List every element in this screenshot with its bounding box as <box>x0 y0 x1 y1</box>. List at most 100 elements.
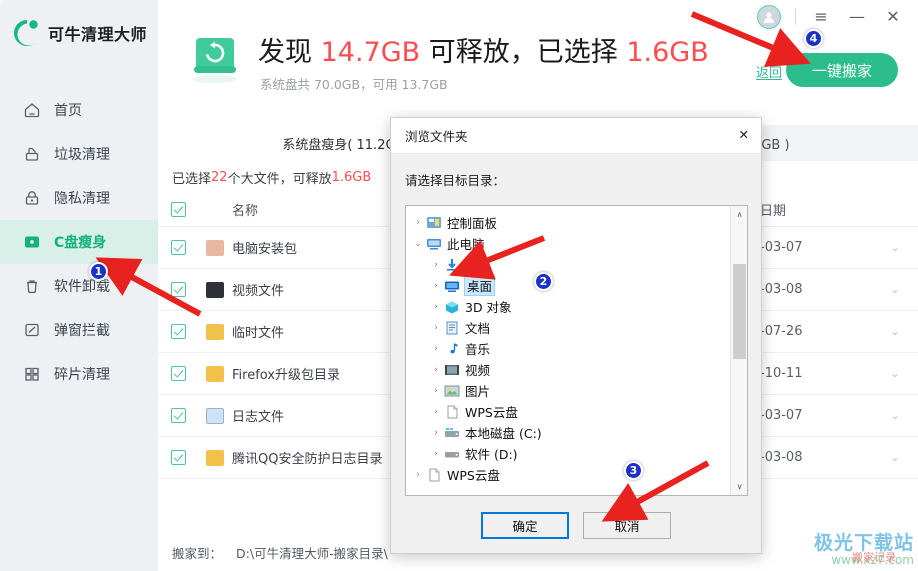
row-checkbox[interactable] <box>158 240 198 255</box>
close-icon[interactable]: ✕ <box>739 129 749 142</box>
chevron-right-icon[interactable]: › <box>410 218 426 228</box>
desktop-icon <box>445 281 459 292</box>
tree-node-3d-objects[interactable]: › 3D 对象 <box>406 296 747 317</box>
sidebar: 可牛清理大师 首页 垃圾清理 隐私清理 C盘瘦身 软件卸载 弹窗拦截 碎片清理 <box>0 0 158 571</box>
row-checkbox[interactable] <box>158 366 198 381</box>
tree-node-wps-cloud-child[interactable]: › WPS云盘 <box>406 401 747 422</box>
tree-node-videos[interactable]: › 视频 <box>406 359 747 380</box>
row-date: -03-08 <box>760 450 803 465</box>
sidebar-item-label: 垃圾清理 <box>54 147 110 163</box>
checkbox-glyph <box>170 240 186 255</box>
tree-node-wps-cloud-root[interactable]: › WPS云盘 <box>406 464 747 485</box>
folder-tree-box: › 控制面板 ⌄ 此电脑 › 下载 › 桌面 › 3D 对象 › 文档 › 音乐… <box>405 205 748 496</box>
tree-node-control-panel[interactable]: › 控制面板 <box>406 212 747 233</box>
chevron-right-icon[interactable]: › <box>428 302 444 312</box>
summary-count: 22 <box>211 169 228 185</box>
app-window: 可牛清理大师 首页 垃圾清理 隐私清理 C盘瘦身 软件卸载 弹窗拦截 碎片清理 … <box>0 0 918 571</box>
back-link[interactable]: 返回 <box>756 62 782 81</box>
disk-refresh-icon <box>193 38 237 83</box>
select-all-checkbox[interactable] <box>158 202 198 217</box>
scrollbar-thumb[interactable] <box>733 264 746 359</box>
row-date: -10-11 <box>760 366 803 381</box>
chevron-right-icon[interactable]: › <box>428 386 444 396</box>
checkbox-glyph <box>170 450 186 465</box>
titlebar: ≡ — ✕ <box>158 0 918 34</box>
tree-node-label: 本地磁盘 (C:) <box>465 426 542 441</box>
ok-button[interactable]: 确定 <box>481 512 569 539</box>
tree-node-label: WPS云盘 <box>465 405 518 420</box>
tree-node-software-d[interactable]: › 软件 (D:) <box>406 443 747 464</box>
3d-objects-icon <box>446 301 458 313</box>
row-expand-icon[interactable]: ⌄ <box>872 283 918 296</box>
home-icon <box>24 103 40 118</box>
tree-node-label: 文档 <box>465 321 491 336</box>
wps-cloud-icon <box>429 468 440 481</box>
chevron-down-icon[interactable]: ⌄ <box>410 239 426 249</box>
chevron-right-icon[interactable]: › <box>428 344 444 354</box>
sidebar-item-privacy-clean[interactable]: 隐私清理 <box>0 176 158 220</box>
one-click-move-button[interactable]: 一键搬家 <box>786 53 898 87</box>
lock-icon <box>25 191 39 205</box>
sidebar-item-uninstall[interactable]: 软件卸载 <box>0 264 158 308</box>
cancel-button[interactable]: 取消 <box>583 512 671 539</box>
tree-node-label: 控制面板 <box>447 216 498 231</box>
dialog-prompt: 请选择目标目录： <box>405 173 506 188</box>
music-icon <box>450 343 458 353</box>
row-checkbox[interactable] <box>158 408 198 423</box>
row-expand-icon[interactable]: ⌄ <box>872 241 918 254</box>
tree-node-desktop[interactable]: › 桌面 <box>406 275 747 296</box>
minimize-icon[interactable]: — <box>846 6 868 28</box>
sidebar-item-label: 首页 <box>54 103 82 119</box>
annotation-badge-2: 2 <box>534 272 553 291</box>
chevron-right-icon[interactable]: › <box>428 365 444 375</box>
row-checkbox[interactable] <box>158 450 198 465</box>
chevron-right-icon[interactable]: › <box>428 428 444 438</box>
hero-subtitle: 系统盘共 70.0GB，可用 13.7GB <box>260 77 448 92</box>
sidebar-item-label: 碎片清理 <box>54 367 110 383</box>
control-panel-icon <box>427 216 441 228</box>
tree-scrollbar[interactable]: ∧ ∨ <box>730 206 747 495</box>
row-expand-icon[interactable]: ⌄ <box>872 451 918 464</box>
sidebar-item-popup-block[interactable]: 弹窗拦截 <box>0 308 158 352</box>
this-pc-icon <box>427 238 441 250</box>
row-expand-icon[interactable]: ⌄ <box>872 325 918 338</box>
log-file-icon <box>198 407 232 424</box>
drive-icon <box>445 451 459 457</box>
user-avatar-icon[interactable] <box>757 5 781 29</box>
sidebar-item-c-drive-slim[interactable]: C盘瘦身 <box>0 220 158 264</box>
tree-node-documents[interactable]: › 文档 <box>406 317 747 338</box>
tree-node-local-disk-c[interactable]: › 本地磁盘 (C:) <box>406 422 747 443</box>
destination-path[interactable]: D:\可牛清理大师-搬家目录\ <box>236 543 388 562</box>
scroll-up-icon[interactable]: ∧ <box>731 206 747 223</box>
chevron-right-icon[interactable]: › <box>428 281 444 291</box>
sidebar-item-defrag[interactable]: 碎片清理 <box>0 352 158 396</box>
tree-node-downloads[interactable]: › 下载 <box>406 254 747 275</box>
scroll-down-icon[interactable]: ∨ <box>731 478 747 495</box>
checkbox-glyph <box>170 366 186 381</box>
row-checkbox[interactable] <box>158 324 198 339</box>
hamburger-menu-icon[interactable]: ≡ <box>810 6 832 28</box>
row-date: -03-07 <box>760 408 803 423</box>
sidebar-item-home[interactable]: 首页 <box>0 88 158 132</box>
row-date: -03-08 <box>760 282 803 297</box>
tree-node-music[interactable]: › 音乐 <box>406 338 747 359</box>
tree-node-this-pc[interactable]: ⌄ 此电脑 <box>406 233 747 254</box>
row-date: -03-07 <box>760 240 803 255</box>
chevron-right-icon[interactable]: › <box>428 449 444 459</box>
chevron-right-icon[interactable]: › <box>428 260 444 270</box>
summary-prefix: 已选择 <box>172 171 212 187</box>
tree-node-label: 下载 <box>465 258 491 273</box>
sidebar-item-junk-clean[interactable]: 垃圾清理 <box>0 132 158 176</box>
tree-node-label: 视频 <box>465 363 491 378</box>
hero-selected-size: 1.6GB <box>626 37 709 68</box>
documents-icon <box>446 321 458 334</box>
tree-node-pictures[interactable]: › 图片 <box>406 380 747 401</box>
close-icon[interactable]: ✕ <box>882 6 904 28</box>
chevron-right-icon[interactable]: › <box>410 470 426 480</box>
row-expand-icon[interactable]: ⌄ <box>872 409 918 422</box>
tree-node-label: 图片 <box>465 384 491 399</box>
row-expand-icon[interactable]: ⌄ <box>872 367 918 380</box>
chevron-right-icon[interactable]: › <box>428 323 444 333</box>
row-checkbox[interactable] <box>158 282 198 297</box>
chevron-right-icon[interactable]: › <box>428 407 444 417</box>
